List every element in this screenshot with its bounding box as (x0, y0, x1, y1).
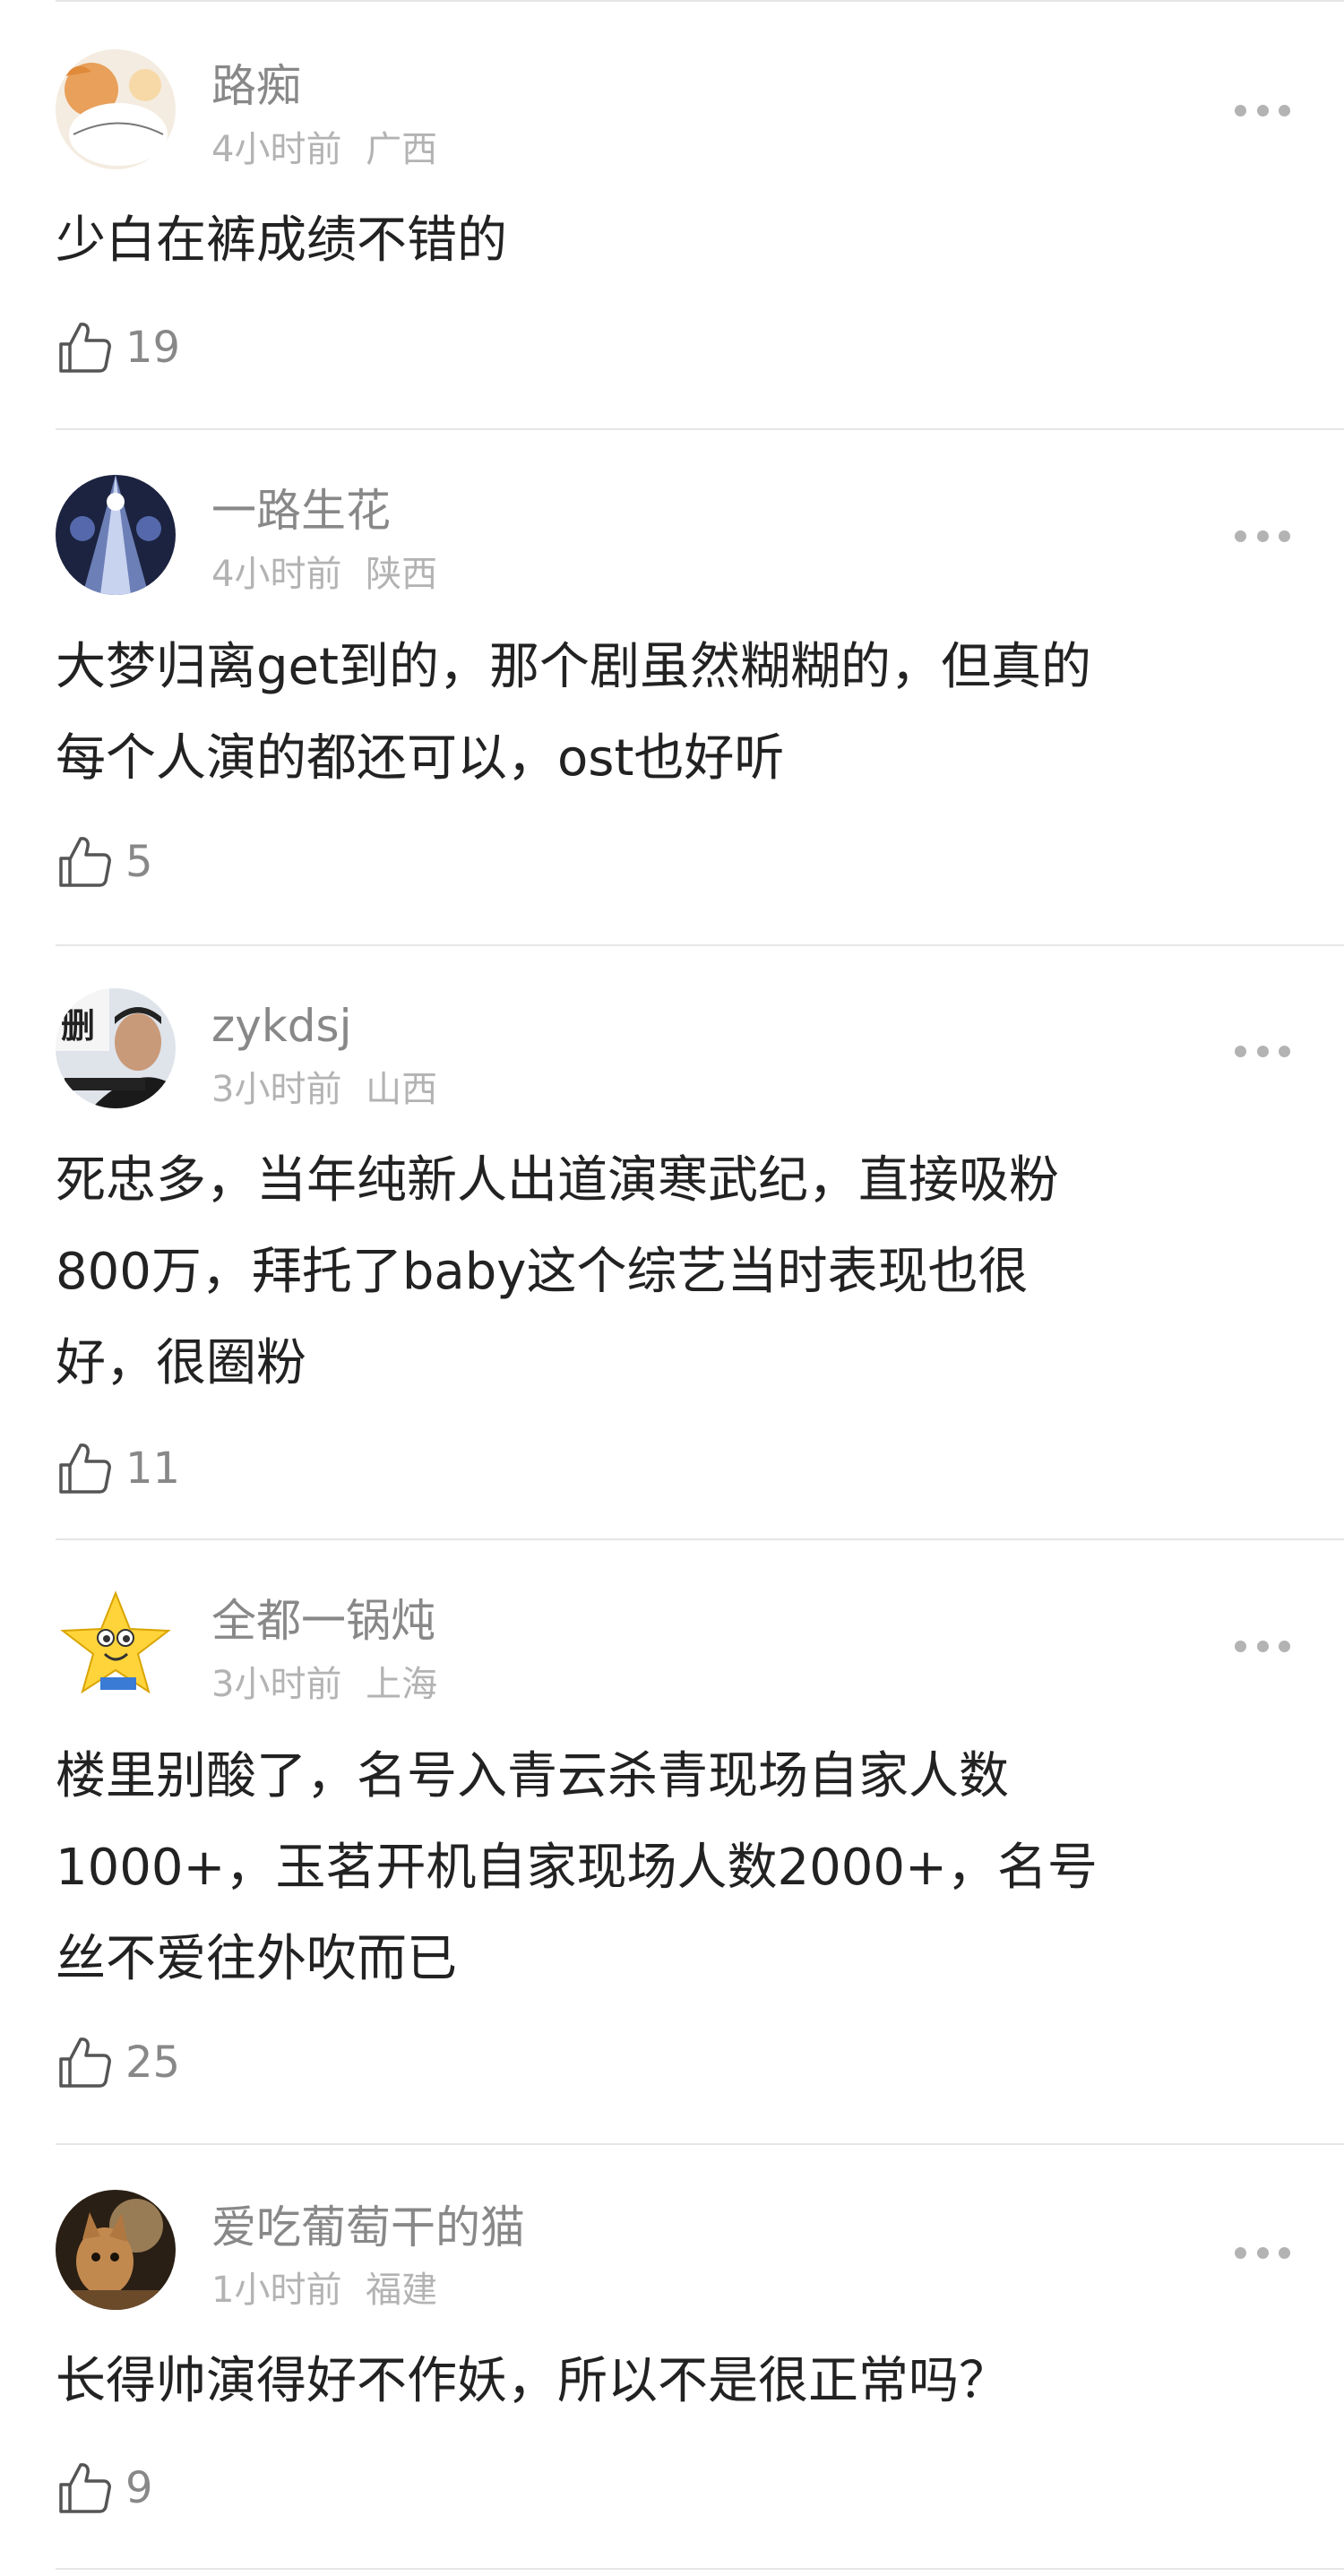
divider (56, 1538, 1344, 1540)
avatar[interactable] (56, 475, 176, 595)
comment-text: 长得帅演得好不作妖，所以不是很正常吗？ (56, 2336, 1292, 2427)
comment-time: 4小时前 (211, 129, 342, 170)
divider (56, 2143, 1344, 2145)
avatar[interactable] (56, 49, 176, 169)
comment-time: 3小时前 (211, 1664, 342, 1705)
avatar[interactable] (56, 1584, 176, 1704)
comment-text-line: 1000+，玉茗开机自家现场人数2000+，名号 (56, 1839, 1098, 1897)
comment-list: 路痴 4小时前 广西 少白在裤成绩不错的 19 一路生花 4小时前 陕西 大梦归… (0, 0, 1344, 2576)
comment-time: 1小时前 (211, 2270, 342, 2311)
man-portrait-avatar-icon: 删 (56, 988, 176, 1108)
comment-text-line: 丝不爱往外吹而已 (56, 1930, 457, 1988)
thumbs-up-icon (59, 323, 111, 373)
comment-time: 3小时前 (211, 1069, 342, 1110)
like-button[interactable]: 9 (56, 2460, 153, 2517)
comment-text-line: 800万，拜托了baby这个综艺当时表现也很 (56, 1243, 1029, 1301)
comment-text-line: 楼里别酸了，名号入青云杀青现场自家人数 (56, 1747, 1009, 1805)
like-count: 9 (125, 2463, 153, 2513)
thumbs-up-icon (59, 2463, 111, 2513)
more-options-icon[interactable] (1235, 2242, 1290, 2263)
comment-location: 陕西 (366, 554, 438, 595)
comment-location: 福建 (366, 2270, 438, 2311)
more-options-icon[interactable] (1235, 525, 1290, 547)
like-button[interactable]: 25 (56, 2034, 180, 2091)
username[interactable]: 路痴 (211, 59, 301, 113)
thumbs-up-icon (59, 837, 111, 887)
like-button[interactable]: 19 (56, 319, 180, 376)
comment-meta: 3小时前 上海 (211, 1663, 437, 1706)
like-button[interactable]: 5 (56, 833, 153, 891)
comment-location: 山西 (366, 1069, 438, 1110)
username[interactable]: zykdsj (211, 999, 351, 1053)
kitten-avatar-icon (56, 2190, 176, 2310)
like-count: 19 (125, 323, 181, 373)
comment-text-line: 少白在裤成绩不错的 (56, 211, 507, 270)
like-button[interactable]: 11 (56, 1440, 180, 1497)
comment-location: 上海 (366, 1664, 438, 1705)
more-options-icon[interactable] (1235, 1635, 1290, 1657)
comment-location: 广西 (366, 129, 438, 170)
comment-text-line: 死忠多，当年纯新人出道演寒武纪，直接吸粉 (56, 1151, 1059, 1210)
comment-text: 少白在裤成绩不错的 (56, 195, 1292, 287)
comment-text: 大梦归离get到的，那个剧虽然糊糊的，但真的 每个人演的都还可以，ost也好听 (56, 622, 1292, 805)
thumbs-up-icon (59, 2038, 111, 2088)
divider (56, 2568, 1344, 2570)
avatar[interactable]: 删 (56, 988, 176, 1108)
thumbs-up-icon (59, 1443, 111, 1494)
avatar[interactable] (56, 2190, 176, 2310)
comment-meta: 1小时前 福建 (211, 2269, 437, 2312)
stage-light-avatar-icon (56, 475, 176, 595)
comment-meta: 4小时前 陕西 (211, 553, 437, 596)
username[interactable]: 全都一锅炖 (211, 1594, 435, 1648)
top-divider (56, 0, 1344, 2)
cat-avatar-icon (56, 49, 176, 169)
yellow-star-avatar-icon (56, 1584, 176, 1704)
comment-text: 死忠多，当年纯新人出道演寒武纪，直接吸粉 800万，拜托了baby这个综艺当时表… (56, 1135, 1292, 1409)
comment-meta: 4小时前 广西 (211, 128, 437, 171)
like-count: 5 (125, 837, 153, 887)
username[interactable]: 爱吃葡萄干的猫 (211, 2201, 525, 2254)
comment-text-line: 大梦归离get到的，那个剧虽然糊糊的，但真的 (56, 638, 1091, 696)
more-options-icon[interactable] (1235, 99, 1290, 121)
comment-text-line: 好，很圈粉 (56, 1334, 306, 1392)
like-count: 25 (125, 2038, 181, 2088)
username[interactable]: 一路生花 (211, 484, 391, 538)
comment-text: 楼里别酸了，名号入青云杀青现场自家人数 1000+，玉茗开机自家现场人数2000… (56, 1731, 1292, 2005)
like-count: 11 (125, 1443, 181, 1494)
divider (56, 428, 1344, 430)
svg-text:删: 删 (61, 1006, 95, 1046)
divider (56, 944, 1344, 946)
more-options-icon[interactable] (1235, 1040, 1290, 1062)
comment-time: 4小时前 (211, 554, 342, 595)
comment-text-line: 每个人演的都还可以，ost也好听 (56, 729, 785, 788)
comment-text-line: 长得帅演得好不作妖，所以不是很正常吗？ (56, 2352, 1009, 2410)
comment-meta: 3小时前 山西 (211, 1068, 437, 1111)
